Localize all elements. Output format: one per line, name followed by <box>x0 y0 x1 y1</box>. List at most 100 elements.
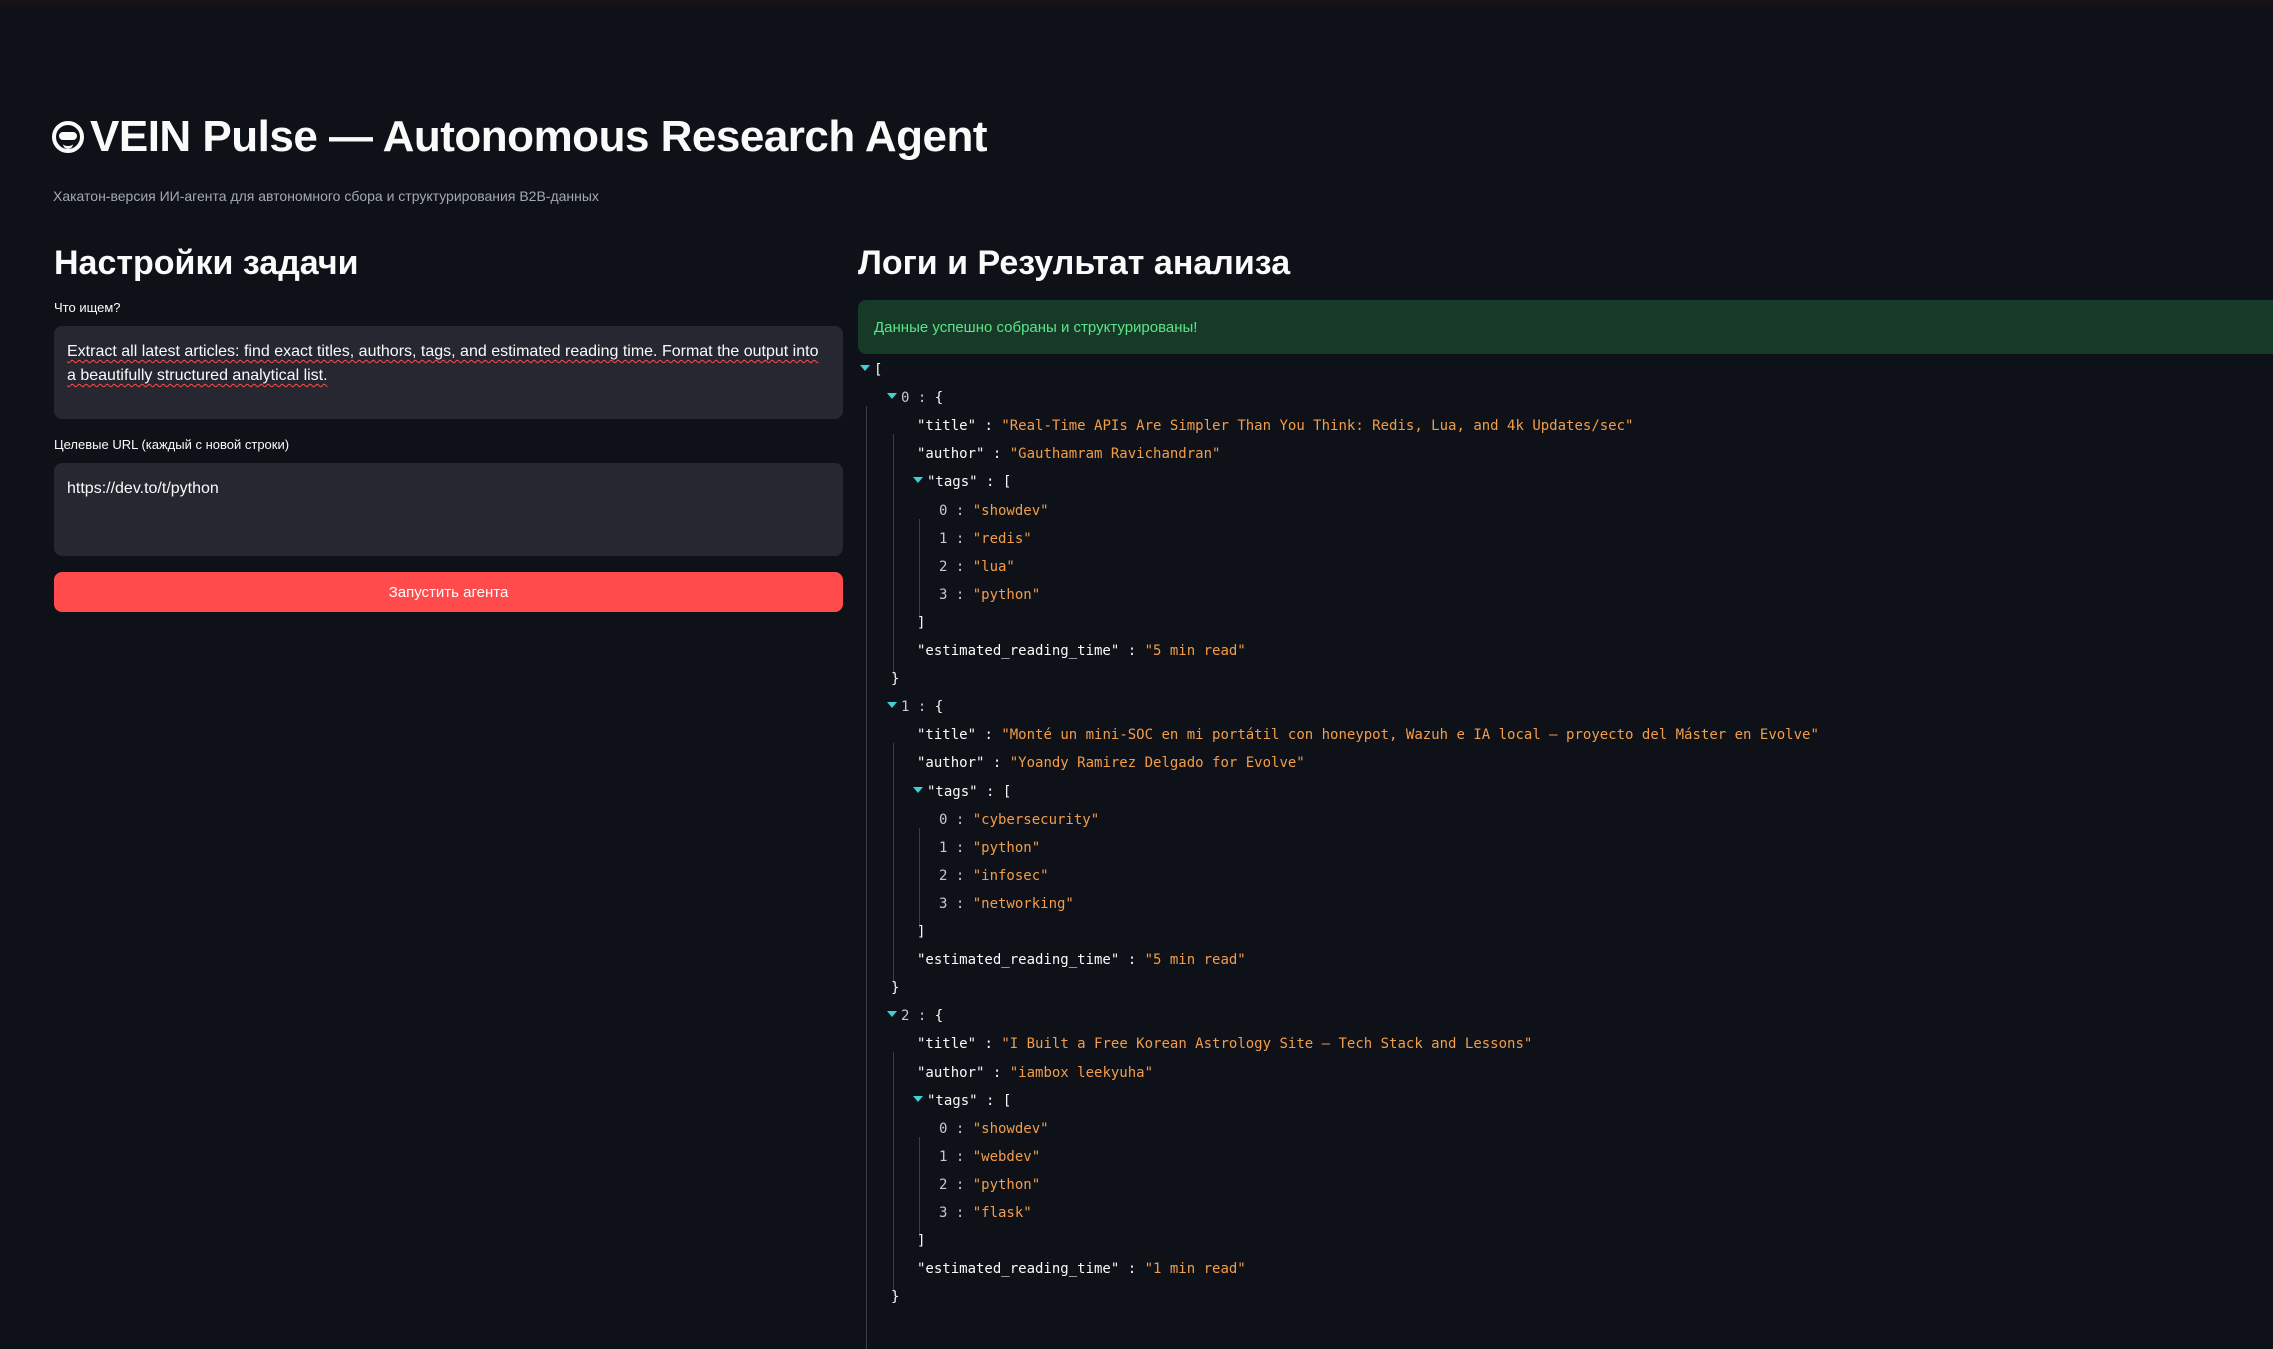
key: "author" <box>917 755 985 772</box>
index: 3 : <box>939 586 973 603</box>
key: "tags" <box>927 1092 978 1109</box>
indent-guide <box>893 1052 894 1294</box>
indent-guide <box>893 743 894 985</box>
json-tag-item: 0 : "cybersecurity" <box>939 810 1099 830</box>
value: "iambox leekyuha" <box>1009 1064 1154 1081</box>
expand-toggle-icon[interactable] <box>860 365 870 371</box>
json-title-line: "title" : "Real-Time APIs Are Simpler Th… <box>917 416 1633 436</box>
index: 2 : <box>939 867 973 884</box>
colon: : <box>1119 952 1145 969</box>
json-tag-item: 3 : "python" <box>939 585 1040 605</box>
json-item-close: } <box>891 669 899 689</box>
index: 3 : <box>939 895 973 912</box>
page-subtitle: Хакатон-версия ИИ-агента для автономного… <box>53 188 599 204</box>
brace: } <box>891 671 900 688</box>
json-tag-item: 0 : "showdev" <box>939 501 1049 521</box>
json-tags-line[interactable]: "tags" : [ <box>913 782 1011 802</box>
success-alert: Данные успешно собраны и структурированы… <box>858 300 2273 354</box>
bracket: ] <box>917 1233 926 1250</box>
colon: : <box>976 727 1002 744</box>
index: 1 : <box>901 699 935 716</box>
value: "Monté un mini-SOC en mi portátil con ho… <box>1001 727 1819 744</box>
brace: } <box>891 1289 900 1306</box>
json-tag-item: 0 : "showdev" <box>939 1119 1049 1139</box>
json-item-close: } <box>891 1287 899 1307</box>
key: "tags" <box>927 783 978 800</box>
key: "title" <box>917 727 977 744</box>
json-tag-item: 2 : "infosec" <box>939 866 1049 886</box>
value: "showdev" <box>972 502 1049 519</box>
value: "lua" <box>972 558 1015 575</box>
key: "estimated_reading_time" <box>917 643 1120 659</box>
query-text: Extract all latest articles: find exact … <box>67 343 819 384</box>
expand-toggle-icon[interactable] <box>913 786 923 793</box>
page-header: VEIN Pulse — Autonomous Research Agent <box>52 112 988 162</box>
json-tags-line[interactable]: "tags" : [ <box>913 1091 1011 1111</box>
json-tags-line[interactable]: "tags" : [ <box>913 472 1011 492</box>
bracket: [ <box>874 362 883 378</box>
json-title-line: "title" : "I Built a Free Korean Astrolo… <box>917 1034 1532 1054</box>
colon: : <box>1119 1261 1145 1278</box>
expand-toggle-icon[interactable] <box>913 477 923 484</box>
top-decoration-bar <box>0 0 2273 10</box>
value: "5 min read" <box>1144 952 1246 969</box>
index: 1 : <box>939 530 973 547</box>
value: "Yoandy Ramirez Delgado for Evolve" <box>1009 755 1305 772</box>
urls-textarea[interactable]: https://dev.to/t/python <box>54 463 843 556</box>
colon: : [ <box>977 783 1012 800</box>
json-title-line: "title" : "Monté un mini-SOC en mi portá… <box>917 725 1819 745</box>
query-textarea[interactable]: Extract all latest articles: find exact … <box>54 326 843 419</box>
value: "python" <box>972 839 1041 856</box>
json-item-2[interactable]: 2 : { <box>887 1006 943 1026</box>
colon: : <box>1119 643 1145 659</box>
value: "networking" <box>972 895 1074 912</box>
json-tag-item: 2 : "python" <box>939 1175 1040 1195</box>
index: 2 : <box>939 1176 973 1193</box>
json-reading-time-line: "estimated_reading_time" : "5 min read" <box>917 950 1246 970</box>
brace: } <box>891 980 900 997</box>
json-tag-item: 3 : "networking" <box>939 894 1074 914</box>
json-author-line: "author" : "Gauthamram Ravichandran" <box>917 444 1220 464</box>
page-title: VEIN Pulse — Autonomous Research Agent <box>90 112 988 161</box>
value: "redis" <box>972 530 1032 547</box>
json-tag-item: 1 : "python" <box>939 838 1040 858</box>
indent-guide <box>893 434 894 676</box>
index: 2 : <box>901 1008 935 1025</box>
indent-guide <box>866 406 867 1349</box>
index: 1 : <box>939 1148 973 1165</box>
index: 0 : <box>901 390 935 407</box>
key: "title" <box>917 1036 977 1053</box>
key: "estimated_reading_time" <box>917 952 1120 969</box>
json-item-1[interactable]: 1 : { <box>887 697 943 717</box>
json-tag-item: 1 : "redis" <box>939 529 1032 549</box>
value: "python" <box>972 1176 1041 1193</box>
indent-guide <box>919 518 920 619</box>
expand-toggle-icon[interactable] <box>887 393 897 400</box>
brace: { <box>934 1008 944 1025</box>
expand-toggle-icon[interactable] <box>887 702 897 709</box>
brace: { <box>934 699 944 716</box>
json-tag-item: 3 : "flask" <box>939 1203 1032 1223</box>
json-item-0[interactable]: 0 : { <box>887 388 943 408</box>
json-reading-time-line: "estimated_reading_time" : "1 min read" <box>917 1259 1246 1279</box>
value: "5 min read" <box>1144 643 1246 659</box>
json-reading-time-line: "estimated_reading_time" : "5 min read" <box>917 641 1246 661</box>
json-tags-close: ] <box>917 1231 925 1251</box>
settings-heading: Настройки задачи <box>54 244 359 282</box>
expand-toggle-icon[interactable] <box>887 1011 897 1018</box>
run-agent-button[interactable]: Запустить агента <box>54 572 843 612</box>
value: "webdev" <box>972 1148 1041 1165</box>
index: 0 : <box>939 1120 973 1137</box>
value: "Gauthamram Ravichandran" <box>1009 446 1221 463</box>
colon: : [ <box>977 1092 1012 1109</box>
colon: : <box>984 1064 1010 1081</box>
expand-toggle-icon[interactable] <box>913 1095 923 1102</box>
index: 2 : <box>939 558 973 575</box>
json-author-line: "author" : "iambox leekyuha" <box>917 1063 1153 1083</box>
value: "showdev" <box>972 1120 1049 1137</box>
colon: : <box>984 446 1010 463</box>
json-tags-close: ] <box>917 613 925 633</box>
json-tags-close: ] <box>917 922 925 942</box>
value: "1 min read" <box>1144 1261 1246 1278</box>
json-open-bracket[interactable]: [ <box>860 360 882 380</box>
